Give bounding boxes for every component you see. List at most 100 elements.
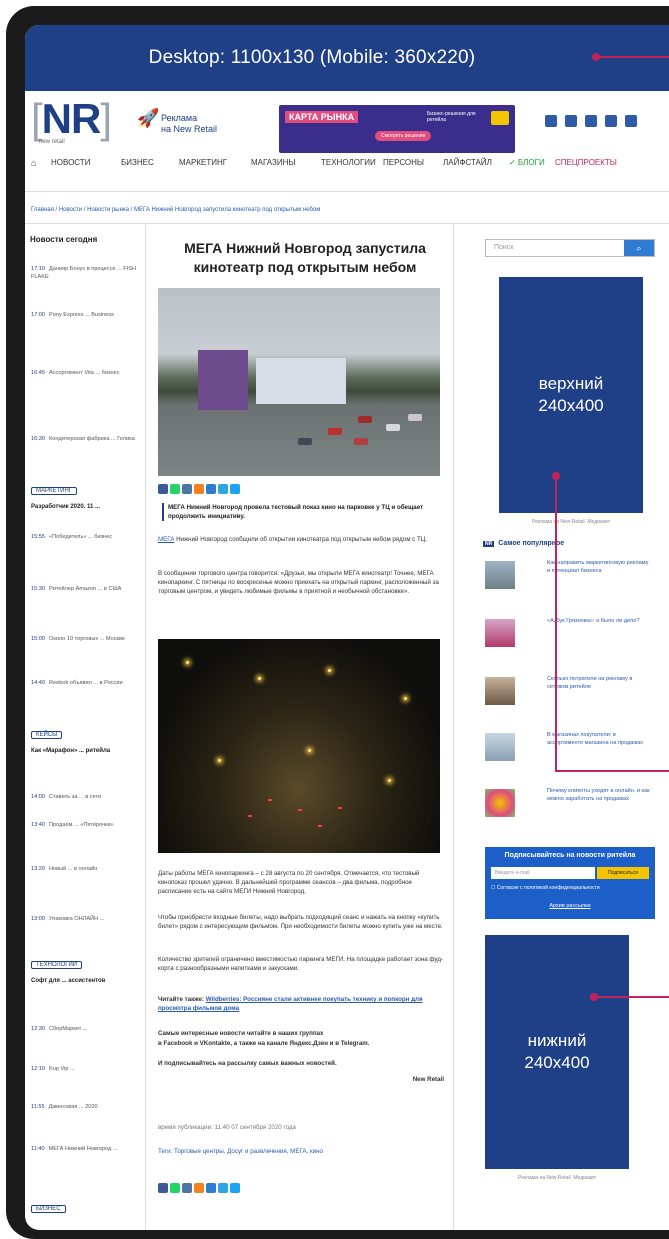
list-item[interactable]: Сколько потратили на рекламу в сетевом р… (485, 675, 655, 711)
telegram-icon[interactable] (585, 115, 597, 127)
share-telegram-icon[interactable] (218, 1183, 228, 1193)
photo-light (258, 677, 261, 680)
archive-link[interactable]: Архив рассылки (485, 903, 655, 909)
consent-checkbox[interactable]: ☐ Согласие с политикой конфиденциальност… (491, 885, 600, 891)
mail-icon[interactable] (625, 115, 637, 127)
share-vk-icon[interactable] (182, 484, 192, 494)
share-facebook-icon[interactable] (158, 1183, 168, 1193)
photo-light (218, 759, 221, 762)
category-tag-marketing[interactable]: МАРКЕТИНГ (31, 487, 78, 495)
list-item[interactable]: 16:45 Ассортимент Vita ... бизнес (31, 369, 143, 377)
search-icon[interactable]: ⌕ (624, 240, 654, 256)
nav-item-lifestyle[interactable]: ЛАЙФСТАЙЛ (443, 158, 492, 167)
article-tags[interactable]: Теги: Торговые центры, Досуг и развлечен… (158, 1147, 444, 1156)
advertise-link[interactable]: 🚀 Реклама на New Retail (137, 109, 217, 135)
list-item[interactable]: 16:30 Кондитерская фабрика ... Гелика (31, 435, 143, 443)
home-icon[interactable]: ⌂ (31, 158, 36, 168)
left-column-divider (145, 225, 146, 1230)
twitter-icon[interactable] (605, 115, 617, 127)
photo-light (328, 669, 331, 672)
list-item[interactable]: 11:40 МЕГА Нижний Новгород ... (31, 1145, 143, 1153)
share-facebook-icon[interactable] (158, 484, 168, 494)
share-whatsapp-icon[interactable] (170, 1183, 180, 1193)
nav-item-persons[interactable]: ПЕРСОНЫ (383, 158, 424, 167)
list-item[interactable]: В магазинах покупатели: в ассортименте м… (485, 731, 655, 767)
list-item[interactable]: 13:00 Упаковка ОНЛАЙН ... (31, 915, 143, 923)
share-whatsapp-icon[interactable] (170, 484, 180, 494)
list-item[interactable]: 14:00 Ставить за ... в сети (31, 793, 143, 801)
ad-button[interactable]: Смотреть решения (375, 131, 432, 141)
share-ok-icon[interactable] (194, 484, 204, 494)
ad-caption[interactable]: Реклама на New Retail. Медиакит (499, 519, 643, 525)
list-item[interactable]: 15:30 Ритейлер Amazon ... в США (31, 585, 143, 593)
nav-item-blogs[interactable]: ✓ БЛОГИ (509, 158, 545, 167)
category-tag-cases[interactable]: КЕЙСЫ (31, 731, 63, 739)
nav-item-business[interactable]: БИЗНЕС (121, 158, 154, 167)
photo-taillight (298, 809, 302, 811)
list-item[interactable]: 13:20 Новый ... в онлайн (31, 865, 143, 873)
list-item[interactable]: Почему клиенты уходят в онлайн, и как мо… (485, 787, 655, 823)
desktop-banner-placeholder: Desktop: 1100x130 (Mobile: 360x220) (25, 25, 669, 91)
header-ad-banner[interactable]: КАРТА РЫНКА Бизнес-решения для ретейла С… (279, 105, 515, 153)
share-telegram-icon[interactable] (218, 484, 228, 494)
photo-light (308, 749, 311, 752)
share-mail-icon[interactable] (206, 484, 216, 494)
photo-car (298, 438, 312, 445)
list-item[interactable]: 15:00 Около 10 торговых ... Москве (31, 635, 143, 643)
screen: Desktop: 1100x130 (Mobile: 360x220) [NR]… (25, 25, 669, 1230)
list-item[interactable]: 15:55 «Победитель» ... бизнес (31, 533, 143, 541)
category-tag-business[interactable]: БИЗНЕС (31, 1205, 66, 1213)
site-logo[interactable]: [NR] (31, 98, 112, 140)
photo-taillight (318, 825, 322, 827)
nav-item-marketing[interactable]: МАРКЕТИНГ (179, 158, 227, 167)
share-vk-icon[interactable] (182, 1183, 192, 1193)
nav-item-news[interactable]: НОВОСТИ (51, 158, 90, 167)
mega-link[interactable]: МЕГА (158, 536, 174, 543)
site-header: [NR] new retail 🚀 Реклама на New Retail … (25, 91, 669, 153)
breadcrumb[interactable]: Главная / Новости / Новости рынка / МЕГА… (31, 207, 320, 213)
featured-headline[interactable]: Софт для ... ассистентов (31, 977, 143, 985)
ad-text: Бизнес-решения для ретейла (427, 111, 476, 123)
subscribe-button[interactable]: Подписаться (597, 867, 649, 879)
facebook-icon[interactable] (545, 115, 557, 127)
list-item[interactable]: 17:10 Данияр Бонус в процессе ... FISH FL… (31, 265, 143, 281)
photo-building (198, 350, 248, 410)
ad-caption[interactable]: Реклама на New Retail. Медиакит (485, 1175, 629, 1181)
photo-light (186, 661, 189, 664)
email-field[interactable]: Введите e-mail (491, 867, 595, 879)
popular-heading: NR Самое популярное (483, 540, 565, 547)
pointer-line (555, 770, 669, 772)
list-item[interactable]: 17:00 Pony Express ... Business (31, 311, 143, 319)
list-item[interactable]: 12:30 СберМаркет ... (31, 1025, 143, 1033)
photo-light (388, 779, 391, 782)
nav-item-stores[interactable]: МАГАЗИНЫ (251, 158, 295, 167)
article-author: New Retail (412, 1076, 444, 1083)
nav-item-tech[interactable]: ТЕХНОЛОГИИ (321, 158, 376, 167)
search-input[interactable]: Поиск (494, 244, 513, 251)
nav-item-special[interactable]: СПЕЦПРОЕКТЫ (555, 158, 617, 167)
share-mail-icon[interactable] (206, 1183, 216, 1193)
subscribe-note[interactable]: И подписывайтесь на рассылку самых важны… (158, 1059, 444, 1068)
ad-placeholder-bottom: нижний 240x400 (485, 935, 629, 1169)
featured-headline[interactable]: Разработчик 2020. 11 ... (31, 503, 143, 511)
pointer-line (596, 996, 669, 998)
right-column-divider (453, 225, 454, 1230)
vk-icon[interactable] (565, 115, 577, 127)
list-item[interactable]: 14:40 Reebok объявил ... в России (31, 679, 143, 687)
thumbnail (485, 677, 515, 705)
list-item[interactable]: «Азбук Грязнова»: а было ли дело? (485, 617, 655, 653)
category-tag-tech[interactable]: ТЕХНОЛОГИИ (31, 961, 83, 969)
nav-divider (25, 191, 669, 192)
list-item[interactable]: 11:55 Джинсовая ... 2020 (31, 1103, 143, 1111)
list-item[interactable]: 13:40 Продаём ... «Пятёрочки» (31, 821, 143, 829)
groups-links[interactable]: в Facebook и VKontakte, а также на канал… (158, 1039, 444, 1048)
share-twitter-icon[interactable] (230, 1183, 240, 1193)
search-box[interactable]: Поиск ⌕ (485, 239, 655, 257)
list-item[interactable]: 12:10 Kup Vip ... (31, 1065, 143, 1073)
list-item[interactable]: Как направить маркетинговую рекламу и по… (485, 559, 655, 595)
article-paragraph: Количество зрителей ограничено вместимос… (158, 956, 443, 972)
share-twitter-icon[interactable] (230, 484, 240, 494)
share-ok-icon[interactable] (194, 1183, 204, 1193)
thumbnail (485, 619, 515, 647)
featured-headline[interactable]: Как «Марафон» ... ритейла (31, 747, 143, 755)
